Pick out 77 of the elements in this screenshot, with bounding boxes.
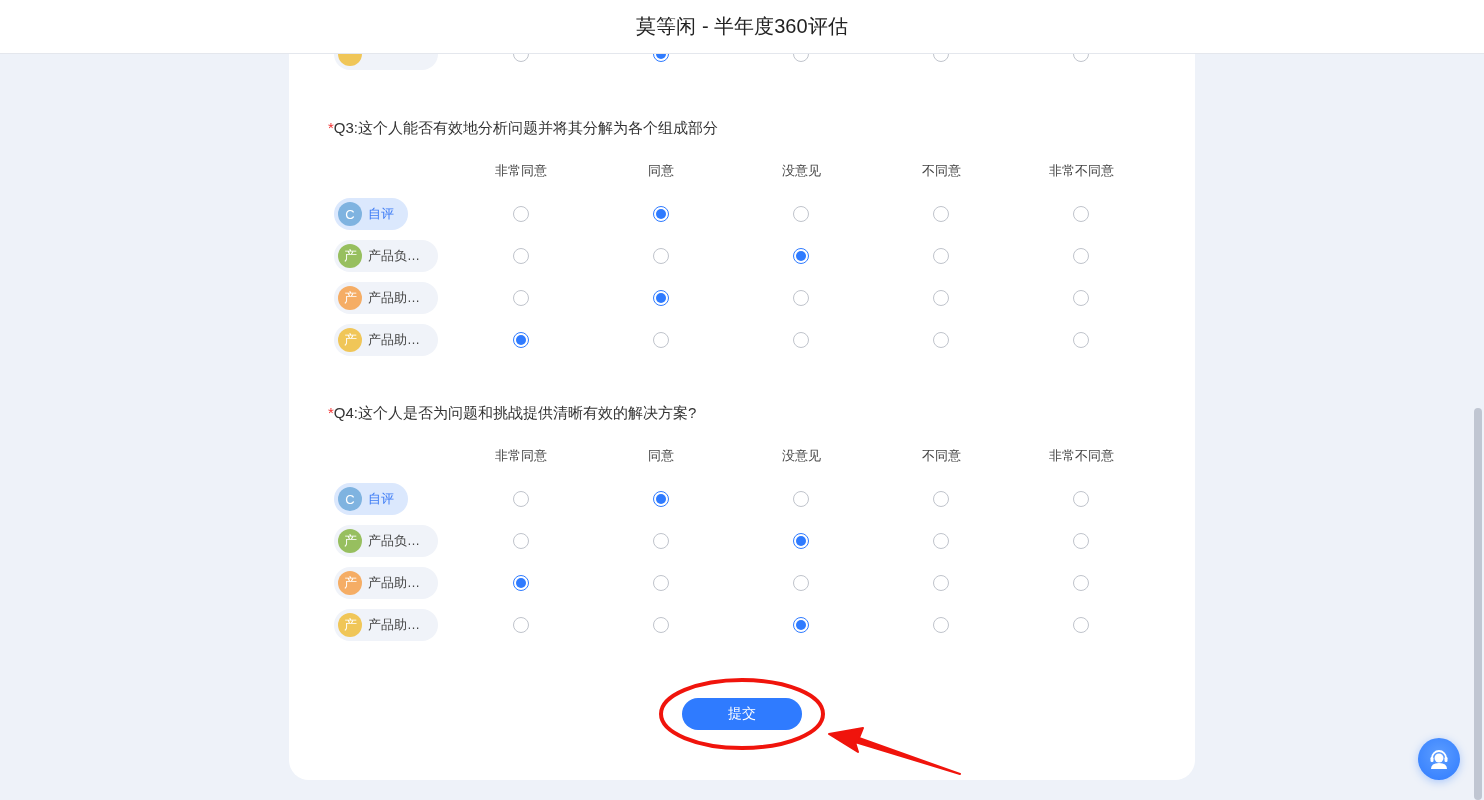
radio-button[interactable] [653,290,669,306]
avatar: 产 [338,613,362,637]
avatar: 产 [338,529,362,553]
radio-button[interactable] [513,491,529,507]
radio-button[interactable] [933,206,949,222]
radio-button[interactable] [653,332,669,348]
radio-button[interactable] [513,575,529,591]
radio-button[interactable] [793,575,809,591]
radio-button[interactable] [793,332,809,348]
radio-button[interactable] [933,332,949,348]
radio-button[interactable] [1073,533,1089,549]
option-label: 非常不同意 [1047,162,1115,180]
option-label: 同意 [647,162,675,180]
radio-button[interactable] [793,248,809,264]
reviewer-name: 自评 [368,205,394,223]
support-icon[interactable] [1418,738,1460,780]
reviewer-name: 产品助… [368,289,420,307]
radio-button[interactable] [1073,248,1089,264]
avatar: 产 [338,286,362,310]
reviewer-name: 产品负… [368,532,420,550]
avatar: C [338,487,362,511]
option-label: 非常同意 [494,447,548,465]
option-label: 非常不同意 [1047,447,1115,465]
reviewer-name: 产品助… [368,331,420,349]
option-label: 同意 [647,447,675,465]
avatar: 产 [338,244,362,268]
question-title: *Q4:这个人是否为问题和挑战提供清晰有效的解决方案? [328,403,698,423]
option-label: 没意见 [780,447,822,465]
radio-button[interactable] [653,617,669,633]
reviewer-name: 产品负… [368,247,420,265]
page-title: 莫等闲 - 半年度360评估 [636,14,848,39]
radio-button[interactable] [653,54,669,62]
radio-button[interactable] [1073,206,1089,222]
option-label: 非常同意 [494,162,548,180]
radio-button[interactable] [653,575,669,591]
radio-button[interactable] [933,54,949,62]
option-label: 没意见 [780,162,822,180]
radio-button[interactable] [933,617,949,633]
radio-button[interactable] [793,54,809,62]
avatar: 产 [338,328,362,352]
radio-button[interactable] [793,491,809,507]
radio-button[interactable] [1073,491,1089,507]
radio-button[interactable] [513,290,529,306]
radio-button[interactable] [513,248,529,264]
radio-button[interactable] [933,248,949,264]
radio-button[interactable] [793,290,809,306]
submit-button[interactable]: 提交 [682,698,802,730]
radio-button[interactable] [513,617,529,633]
scrollbar[interactable] [1474,408,1482,800]
radio-button[interactable] [653,491,669,507]
reviewer-name: 产品助… [368,616,420,634]
radio-button[interactable] [793,617,809,633]
radio-button[interactable] [653,248,669,264]
radio-button[interactable] [933,575,949,591]
radio-button[interactable] [1073,332,1089,348]
option-label: 不同意 [920,447,962,465]
radio-button[interactable] [1073,575,1089,591]
radio-button[interactable] [1073,54,1089,62]
radio-button[interactable] [793,206,809,222]
radio-button[interactable] [933,290,949,306]
question-title: *Q3:这个人能否有效地分析问题并将其分解为各个组成部分 [328,118,720,138]
radio-button[interactable] [1073,290,1089,306]
reviewer-name: 自评 [368,490,394,508]
radio-button[interactable] [653,533,669,549]
avatar: 产 [338,571,362,595]
radio-button[interactable] [933,533,949,549]
radio-button[interactable] [933,491,949,507]
radio-button[interactable] [513,54,529,62]
option-label: 不同意 [920,162,962,180]
reviewer-name: 产品助… [368,574,420,592]
radio-button[interactable] [513,206,529,222]
radio-button[interactable] [1073,617,1089,633]
radio-button[interactable] [653,206,669,222]
radio-button[interactable] [793,533,809,549]
radio-button[interactable] [513,533,529,549]
avatar: C [338,202,362,226]
radio-button[interactable] [513,332,529,348]
